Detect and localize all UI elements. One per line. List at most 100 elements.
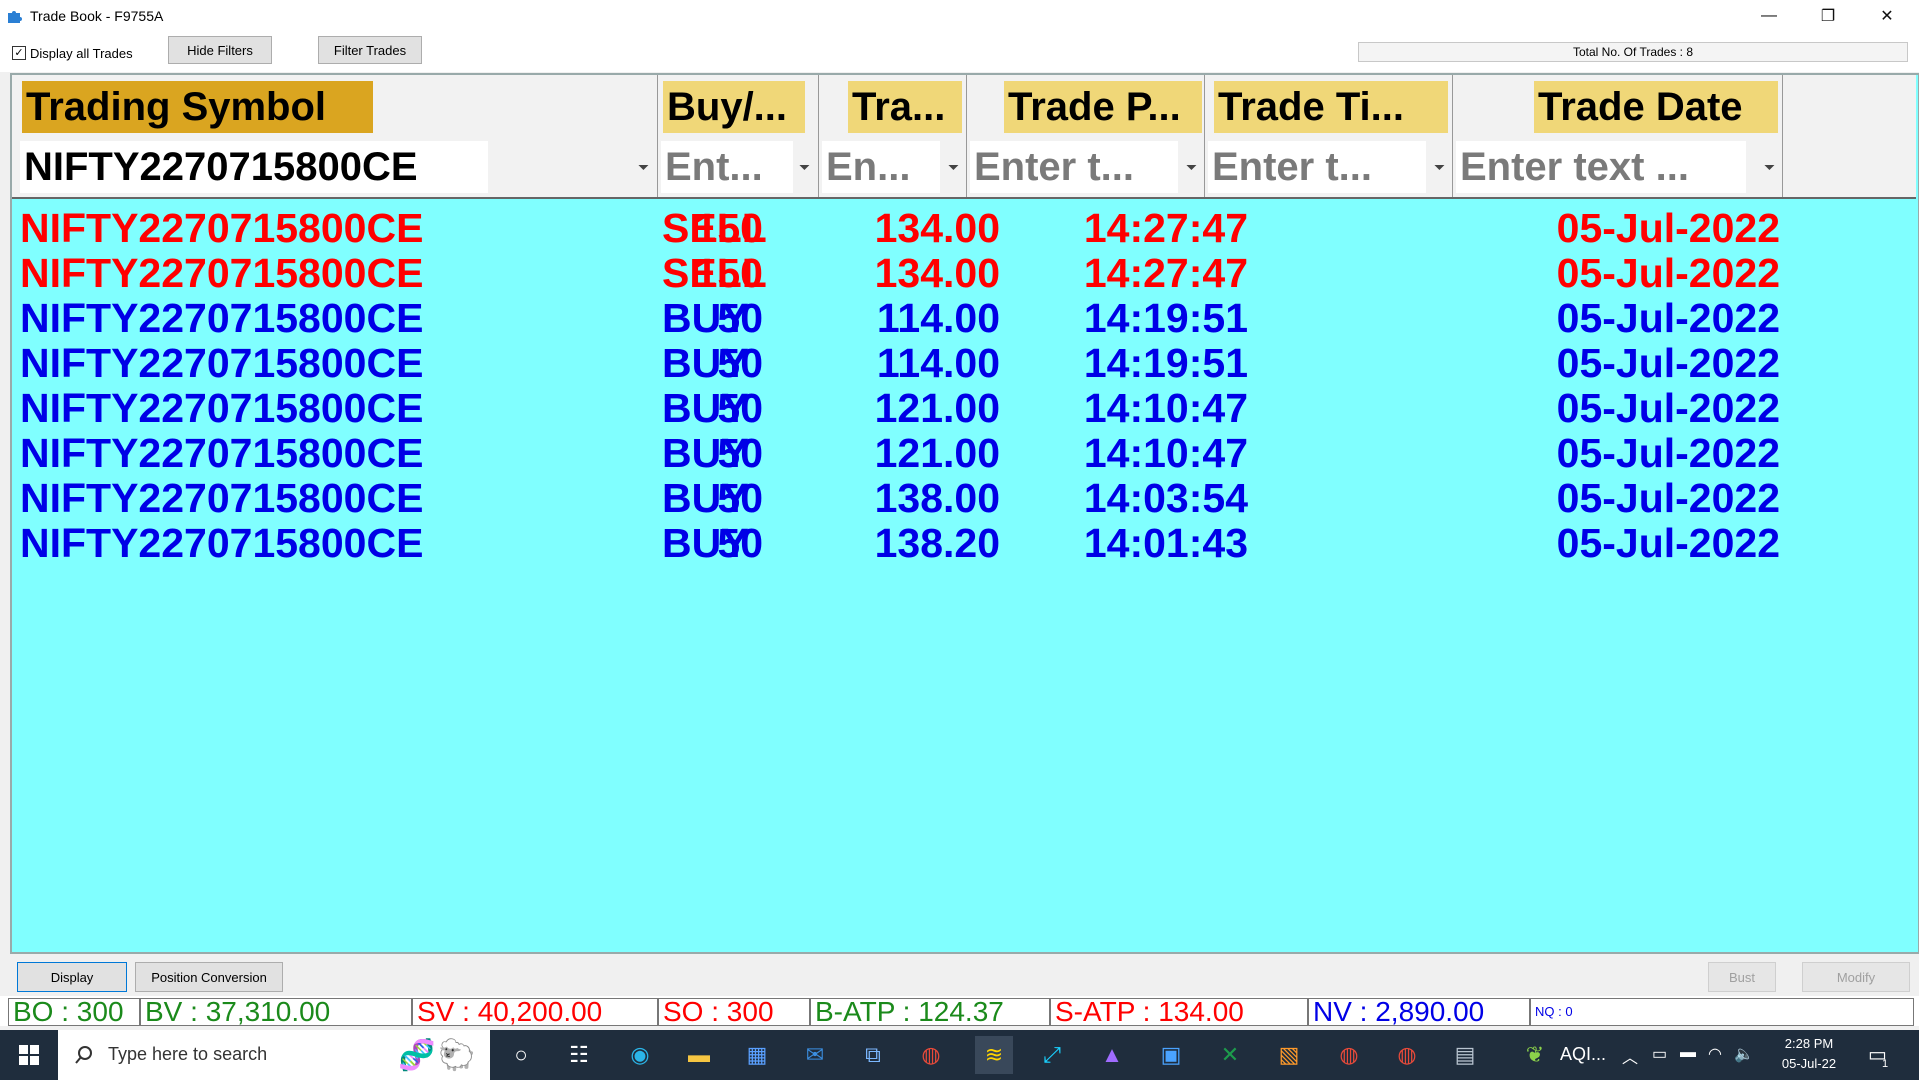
status-bo: BO : 300 [8,998,140,1026]
aqi-label[interactable]: AQI... [1560,1044,1606,1065]
filter-input-symbol[interactable]: NIFTY2270715800CE [20,141,488,193]
widgets-icon[interactable]: ☷ [560,1036,598,1074]
close-button[interactable]: ✕ [1858,0,1916,32]
filter-input-qty[interactable]: En... [822,141,940,193]
cell-date: 05-Jul-2022 [1556,475,1780,521]
display-all-checkbox[interactable]: ✓ [12,46,26,60]
cell-qty: 150 [694,205,763,251]
minimize-button[interactable]: — [1740,0,1798,32]
filter-cell-qty: En... ⏷ [818,137,967,197]
file-explorer-icon[interactable]: ▬ [680,1036,718,1074]
col-header-trade-date[interactable]: Trade Date [1452,75,1783,137]
volume-icon[interactable]: 🔈 [1734,1044,1754,1064]
leaf-icon[interactable]: ❦ [1516,1036,1554,1074]
filter-funnel-icon[interactable]: ⏷ [1764,159,1775,176]
filter-trades-button[interactable]: Filter Trades [318,36,422,64]
filter-input-side[interactable]: Ent... [661,141,793,193]
col-header-buy-sell[interactable]: Buy/... [657,75,819,137]
task-view-icon[interactable]: ○ [502,1036,540,1074]
taskbar-search-box[interactable]: Type here to search 🧬 🐑 [58,1030,490,1080]
chevron-up-icon[interactable]: ︿ [1622,1044,1638,1068]
app-expand-icon[interactable]: ⤢ [1033,1036,1071,1074]
cell-symbol: NIFTY2270715800CE [20,295,424,341]
filter-funnel-icon[interactable]: ⏷ [638,159,649,176]
col-header-trade-qty[interactable]: Tra... [818,75,967,137]
remote-desktop-icon[interactable]: ⧉ [854,1036,892,1074]
bust-button[interactable]: Bust [1708,962,1776,992]
store-icon[interactable]: ▦ [738,1036,776,1074]
calculator-icon[interactable]: ▤ [1446,1036,1484,1074]
status-nv: NV : 2,890.00 [1308,998,1530,1026]
chrome-profile-icon[interactable]: ◍ [1330,1036,1368,1074]
filter-input-date[interactable]: Enter text ... [1456,141,1746,193]
table-row[interactable]: NIFTY2270715800CE SELL 150 134.00 14:27:… [12,251,1916,296]
trading-app-icon[interactable]: ≋ [975,1036,1013,1074]
window-app-icon[interactable]: ▣ [1152,1036,1190,1074]
cell-price: 134.00 [874,250,1000,296]
search-placeholder: Type here to search [108,1044,268,1064]
filter-funnel-icon[interactable]: ⏷ [1434,159,1445,176]
filter-cell-time: Enter t... ⏷ [1204,137,1453,197]
col-label: Trade Date [1534,81,1778,133]
wifi-icon[interactable]: ◠ [1708,1044,1722,1064]
display-button[interactable]: Display [17,962,127,992]
sheep-icon: 🐑 [438,1039,476,1072]
col-label: Trade P... [1004,81,1202,133]
col-label: Tra... [848,81,962,133]
cell-symbol: NIFTY2270715800CE [20,250,424,296]
cell-qty: 50 [717,520,763,566]
table-row[interactable]: NIFTY2270715800CE BUY 50 138.20 14:01:43… [12,521,1916,566]
title-bar: Trade Book - F9755A — ❐ ✕ [0,0,1919,32]
edge-icon[interactable]: ◉ [621,1036,659,1074]
filter-cell-date: Enter text ... ⏷ [1452,137,1783,197]
filter-funnel-icon[interactable]: ⏷ [799,159,810,176]
filter-input-time[interactable]: Enter t... [1208,141,1426,193]
clock-date: 05-Jul-22 [1781,1056,1837,1071]
prism-icon[interactable]: ▲ [1093,1036,1131,1074]
modify-button[interactable]: Modify [1802,962,1910,992]
status-bv: BV : 37,310.00 [140,998,412,1026]
clock-time: 2:28 PM [1784,1036,1834,1051]
window-title: Trade Book - F9755A [30,8,164,24]
excel-icon[interactable]: ✕ [1211,1036,1249,1074]
chrome-profile-b-icon[interactable]: ◍ [1388,1036,1426,1074]
mail-icon[interactable]: ✉ [796,1036,834,1074]
cell-price: 114.00 [876,295,1000,341]
meet-icon[interactable]: ▭ [1652,1044,1667,1064]
table-row[interactable]: NIFTY2270715800CE BUY 50 138.00 14:03:54… [12,476,1916,521]
filter-funnel-icon[interactable]: ⏷ [948,159,959,176]
table-row[interactable]: NIFTY2270715800CE BUY 50 121.00 14:10:47… [12,386,1916,431]
cell-qty: 50 [717,340,763,386]
filter-row: NIFTY2270715800CE ⏷ Ent... ⏷ En... ⏷ Ent… [12,137,1916,199]
cell-price: 138.20 [874,520,1000,566]
chrome-icon[interactable]: ◍ [912,1036,950,1074]
table-row[interactable]: NIFTY2270715800CE BUY 50 121.00 14:10:47… [12,431,1916,476]
cell-time: 14:19:51 [1083,340,1248,386]
col-header-trade-price[interactable]: Trade P... [966,75,1205,137]
battery-icon[interactable]: ▬ [1680,1044,1696,1062]
filter-input-price[interactable]: Enter t... [970,141,1178,193]
cell-date: 05-Jul-2022 [1556,520,1780,566]
filter-cell-side: Ent... ⏷ [657,137,819,197]
col-header-trading-symbol[interactable]: Trading Symbol [12,75,658,137]
taskbar-clock[interactable]: 2:28 PM 05-Jul-22 [1760,1034,1858,1074]
windows-start-icon[interactable] [0,1030,58,1080]
cell-symbol: NIFTY2270715800CE [20,520,424,566]
cell-time: 14:19:51 [1083,295,1248,341]
restore-button[interactable]: ❐ [1799,0,1857,32]
position-conversion-button[interactable]: Position Conversion [135,962,283,992]
multicolor-app-icon[interactable]: ▧ [1270,1036,1308,1074]
table-row[interactable]: NIFTY2270715800CE SELL 150 134.00 14:27:… [12,206,1916,251]
hide-filters-button[interactable]: Hide Filters [168,36,272,64]
col-label: Buy/... [663,81,805,133]
table-row[interactable]: NIFTY2270715800CE BUY 50 114.00 14:19:51… [12,296,1916,341]
total-trades-count: Total No. Of Trades : 8 [1358,42,1908,62]
cell-time: 14:10:47 [1083,430,1248,476]
cell-symbol: NIFTY2270715800CE [20,205,424,251]
filter-funnel-icon[interactable]: ⏷ [1186,159,1197,176]
table-row[interactable]: NIFTY2270715800CE BUY 50 114.00 14:19:51… [12,341,1916,386]
status-batp: B-ATP : 124.37 [810,998,1050,1026]
col-header-trade-time[interactable]: Trade Ti... [1204,75,1453,137]
cell-qty: 50 [717,385,763,431]
app-puzzle-icon [6,7,24,25]
